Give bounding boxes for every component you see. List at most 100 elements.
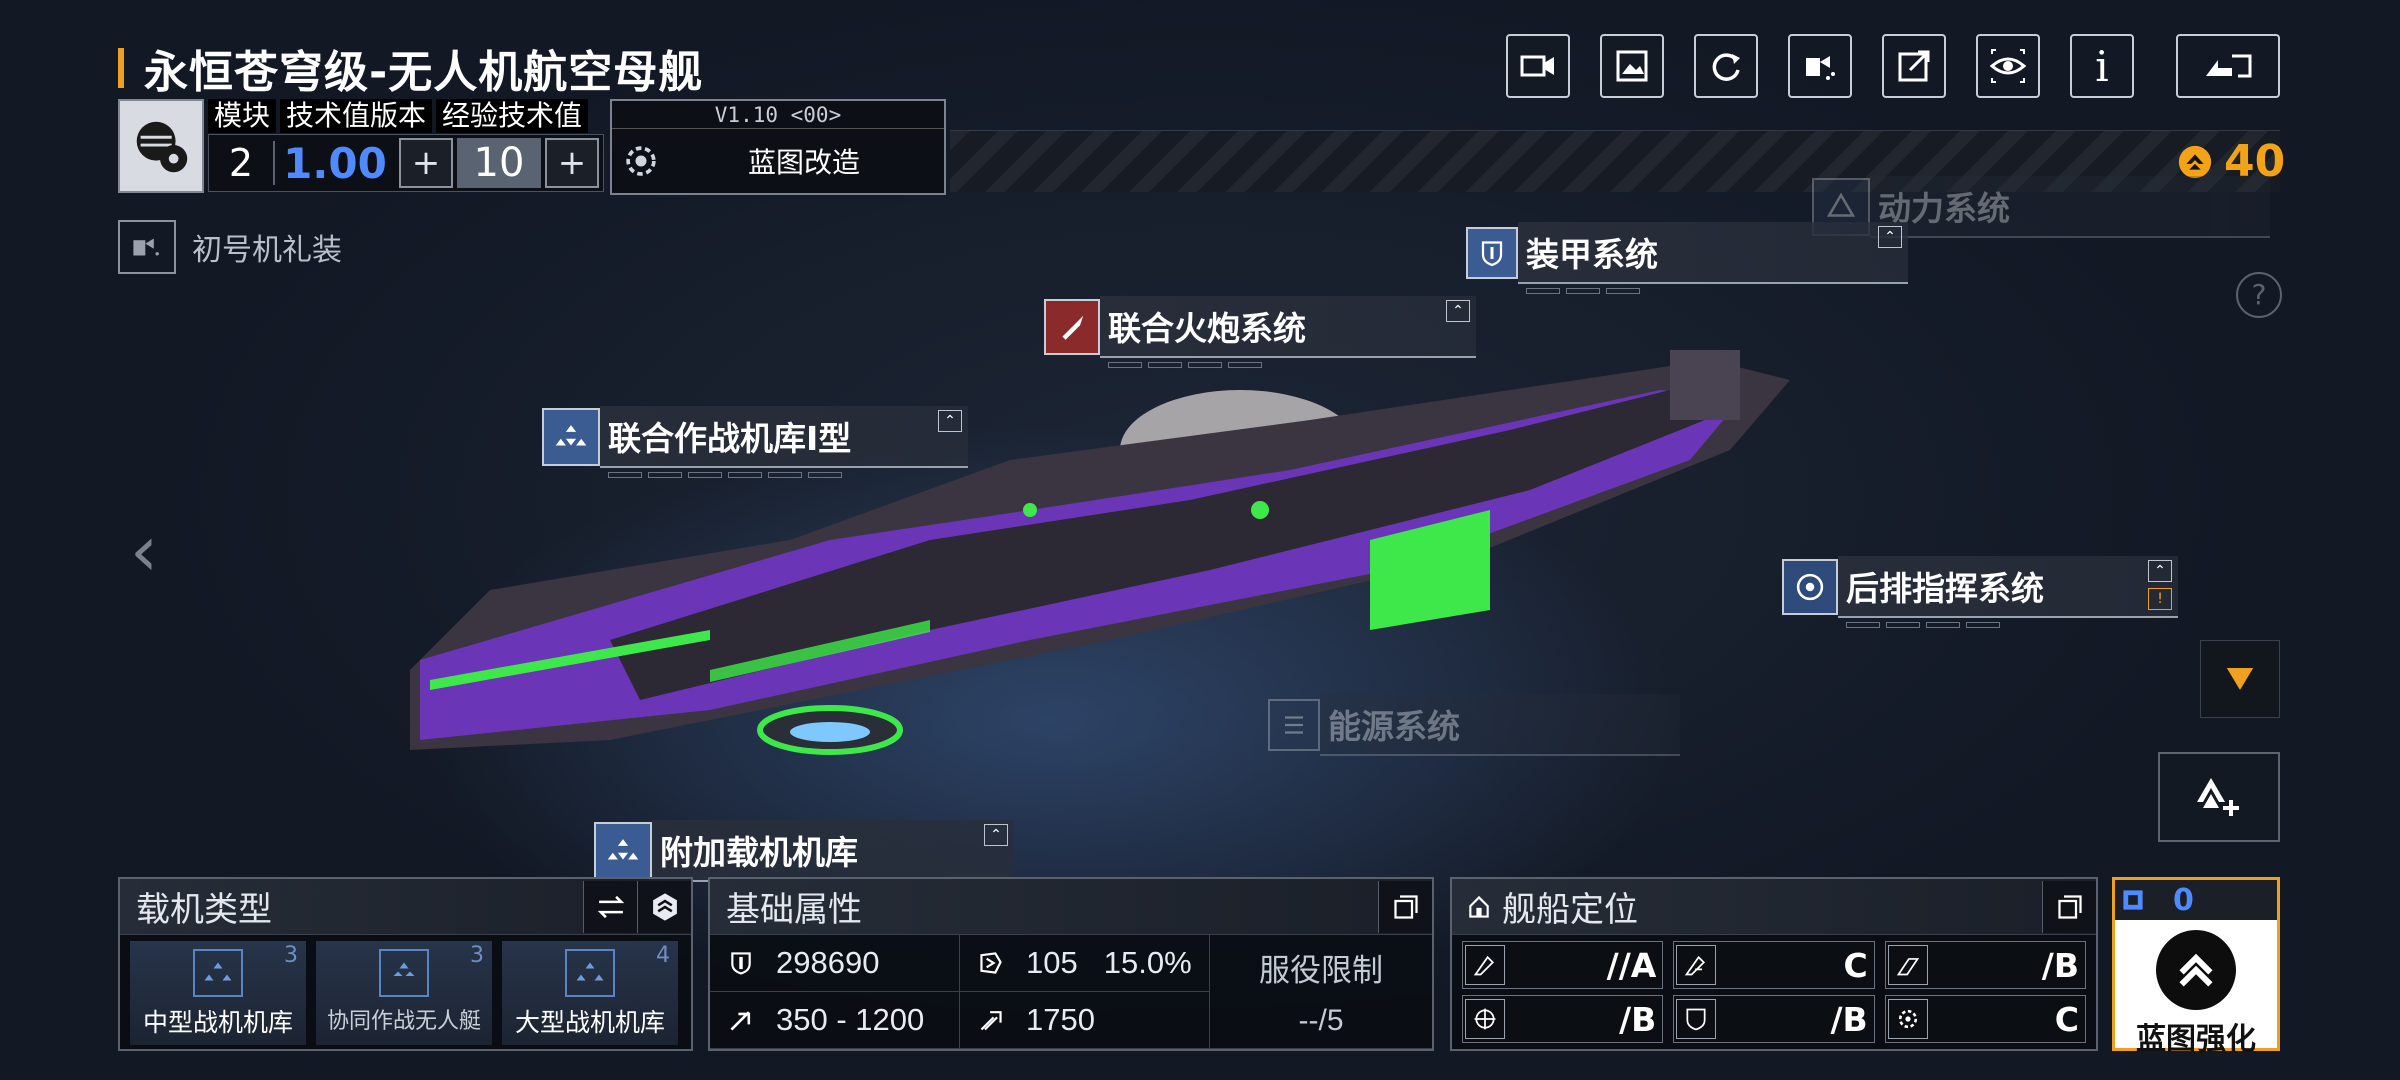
command-icon-box — [1782, 559, 1838, 615]
paint-button[interactable] — [1788, 34, 1852, 98]
hangar-icon — [607, 839, 639, 860]
engine-icon — [1826, 192, 1856, 217]
list-icon — [1285, 716, 1303, 734]
carrier-count: 3 — [284, 943, 298, 968]
position-grade-cell[interactable]: //A — [1462, 941, 1664, 989]
attr-panel-title: 基础属性 — [726, 890, 862, 930]
window-icon — [1393, 894, 1418, 919]
target-icon — [1465, 999, 1505, 1039]
photo-button[interactable] — [1600, 34, 1664, 98]
carrier-card-medium[interactable]: 3 中型战机机库 — [130, 941, 306, 1045]
position-grade: //A — [1606, 945, 1657, 985]
carrier-name: 中型战机机库 — [142, 1008, 293, 1037]
chevron-up-icon: ⌃ — [2148, 560, 2172, 582]
callout-body: 联合火炮系统 ⌃ — [1100, 296, 1476, 368]
share-icon — [1898, 50, 1930, 82]
module-icon-box[interactable] — [118, 99, 204, 193]
position-grade: /B — [2041, 945, 2079, 985]
info-button[interactable]: i — [2070, 34, 2134, 98]
position-grade: /B — [1619, 999, 1657, 1039]
enhance-label: 蓝图强化 — [2136, 1022, 2256, 1057]
detail-popup-button[interactable] — [1378, 880, 1432, 933]
exp-tech-header: 经验技术值 — [436, 99, 589, 133]
triangle-down-icon — [2226, 668, 2254, 690]
rank-button[interactable] — [2158, 752, 2280, 842]
carrier-card-drone[interactable]: 3 协同作战无人艇 — [316, 941, 492, 1045]
callout-body: 能源系统 — [1320, 694, 1680, 756]
slot-indicators — [1526, 288, 1640, 294]
armor-icon — [980, 952, 1002, 974]
base-attributes-panel: 基础属性 298690 105 15.0% 服役限制 --/5 350 - 12… — [708, 877, 1434, 1051]
carrier-name: 协同作战无人艇 — [326, 1009, 481, 1034]
position-grade: /B — [1830, 999, 1868, 1039]
callout-command-system[interactable]: 后排指挥系统 ⌃ ! — [1782, 556, 2178, 628]
callout-energy-system[interactable]: 能源系统 — [1268, 694, 1680, 756]
paint-icon — [1806, 56, 1835, 80]
camera-button[interactable] — [1506, 34, 1570, 98]
callout-body: 装甲系统 ⌃ — [1518, 222, 1908, 294]
module-values: 2 1.00 + 10 + — [208, 134, 604, 192]
callout-body: 附加载机机库 ⌃ — [652, 820, 1014, 882]
expand-button[interactable] — [2200, 640, 2280, 718]
slot-indicators — [1108, 362, 1262, 368]
armor-icon-box — [1466, 227, 1518, 279]
tech-version-plus-button[interactable]: + — [399, 138, 453, 188]
artillery-icon-box — [1044, 299, 1100, 355]
siege-icon — [1887, 945, 1928, 985]
carrier-name: 大型战机机库 — [514, 1008, 665, 1037]
carrier-type-panel: 载机类型 3 中型战机机库 3 协同作战无人艇 4 大型战机机库 — [118, 877, 693, 1051]
position-grade-cell[interactable]: /B — [1884, 941, 2086, 989]
position-grade-cell[interactable]: /B — [1462, 995, 1664, 1043]
blueprint-modify-button[interactable]: V1.10 <00> 蓝图改造 — [610, 99, 946, 195]
carrier-card-large[interactable]: 4 大型战机机库 — [502, 941, 678, 1045]
module-gear-icon — [136, 121, 188, 173]
exp-tech-plus-button[interactable]: + — [545, 138, 599, 188]
view-button[interactable] — [1976, 34, 2040, 98]
module-count: 2 — [209, 141, 275, 185]
position-grade: C — [1843, 945, 1868, 985]
chevron-up-icon: ⌃ — [984, 824, 1008, 846]
hangar-icon — [565, 949, 615, 997]
help-button[interactable]: ? — [2236, 272, 2282, 318]
speed-icon — [980, 1011, 1002, 1031]
swap-icon — [597, 895, 624, 918]
outfit-button[interactable]: 初号机礼装 — [118, 220, 342, 274]
house-icon — [1469, 895, 1489, 918]
layer-toggle-button[interactable] — [637, 880, 691, 933]
paint-icon — [133, 238, 159, 256]
ship-green-dot — [1251, 501, 1269, 519]
module-header: 模块 — [208, 99, 277, 133]
refresh-icon — [1712, 53, 1740, 81]
swap-button[interactable] — [583, 880, 637, 933]
position-grade: C — [2054, 999, 2079, 1039]
share-button[interactable] — [1882, 34, 1946, 98]
previous-ship-arrow[interactable]: ‹ — [130, 510, 158, 592]
callout-hangar[interactable]: 联合作战机库I型 ⌃ — [542, 406, 968, 478]
callout-extra-hangar[interactable]: 附加载机机库 ⌃ — [594, 820, 1014, 882]
callout-label: 联合作战机库I型 — [608, 419, 852, 458]
carrier-count: 4 — [656, 943, 670, 968]
exp-tech-value: 10 — [457, 138, 541, 188]
hp-stat: 298690 — [710, 935, 960, 992]
position-grade-cell[interactable]: /B — [1673, 995, 1875, 1043]
slot-indicators — [1846, 622, 2000, 628]
tech-version-value: 1.00 — [283, 138, 387, 188]
callout-artillery-system[interactable]: 联合火炮系统 ⌃ — [1044, 296, 1476, 368]
detail-popup-button[interactable] — [2042, 880, 2096, 933]
radar-icon — [1796, 573, 1824, 601]
ship-engine-glow — [790, 722, 870, 742]
refresh-button[interactable] — [1694, 34, 1758, 98]
shield-icon — [1676, 999, 1717, 1039]
speed-value: 1750 — [1026, 1002, 1095, 1037]
position-grade-cell[interactable]: C — [1884, 995, 2086, 1043]
callout-armor-system[interactable]: 装甲系统 ⌃ — [1466, 222, 1908, 294]
shield-icon — [731, 952, 751, 975]
eye-icon — [1989, 49, 2027, 83]
back-button[interactable] — [2176, 34, 2280, 98]
drone-icon — [379, 949, 429, 997]
callout-body: 动力系统 — [1870, 176, 2270, 238]
photo-icon — [1616, 50, 1648, 82]
chevron-up-icon: ⌃ — [938, 410, 962, 432]
position-grade-cell[interactable]: C — [1673, 941, 1875, 989]
blueprint-enhance-button[interactable]: 0 蓝图强化 — [2112, 877, 2280, 1057]
